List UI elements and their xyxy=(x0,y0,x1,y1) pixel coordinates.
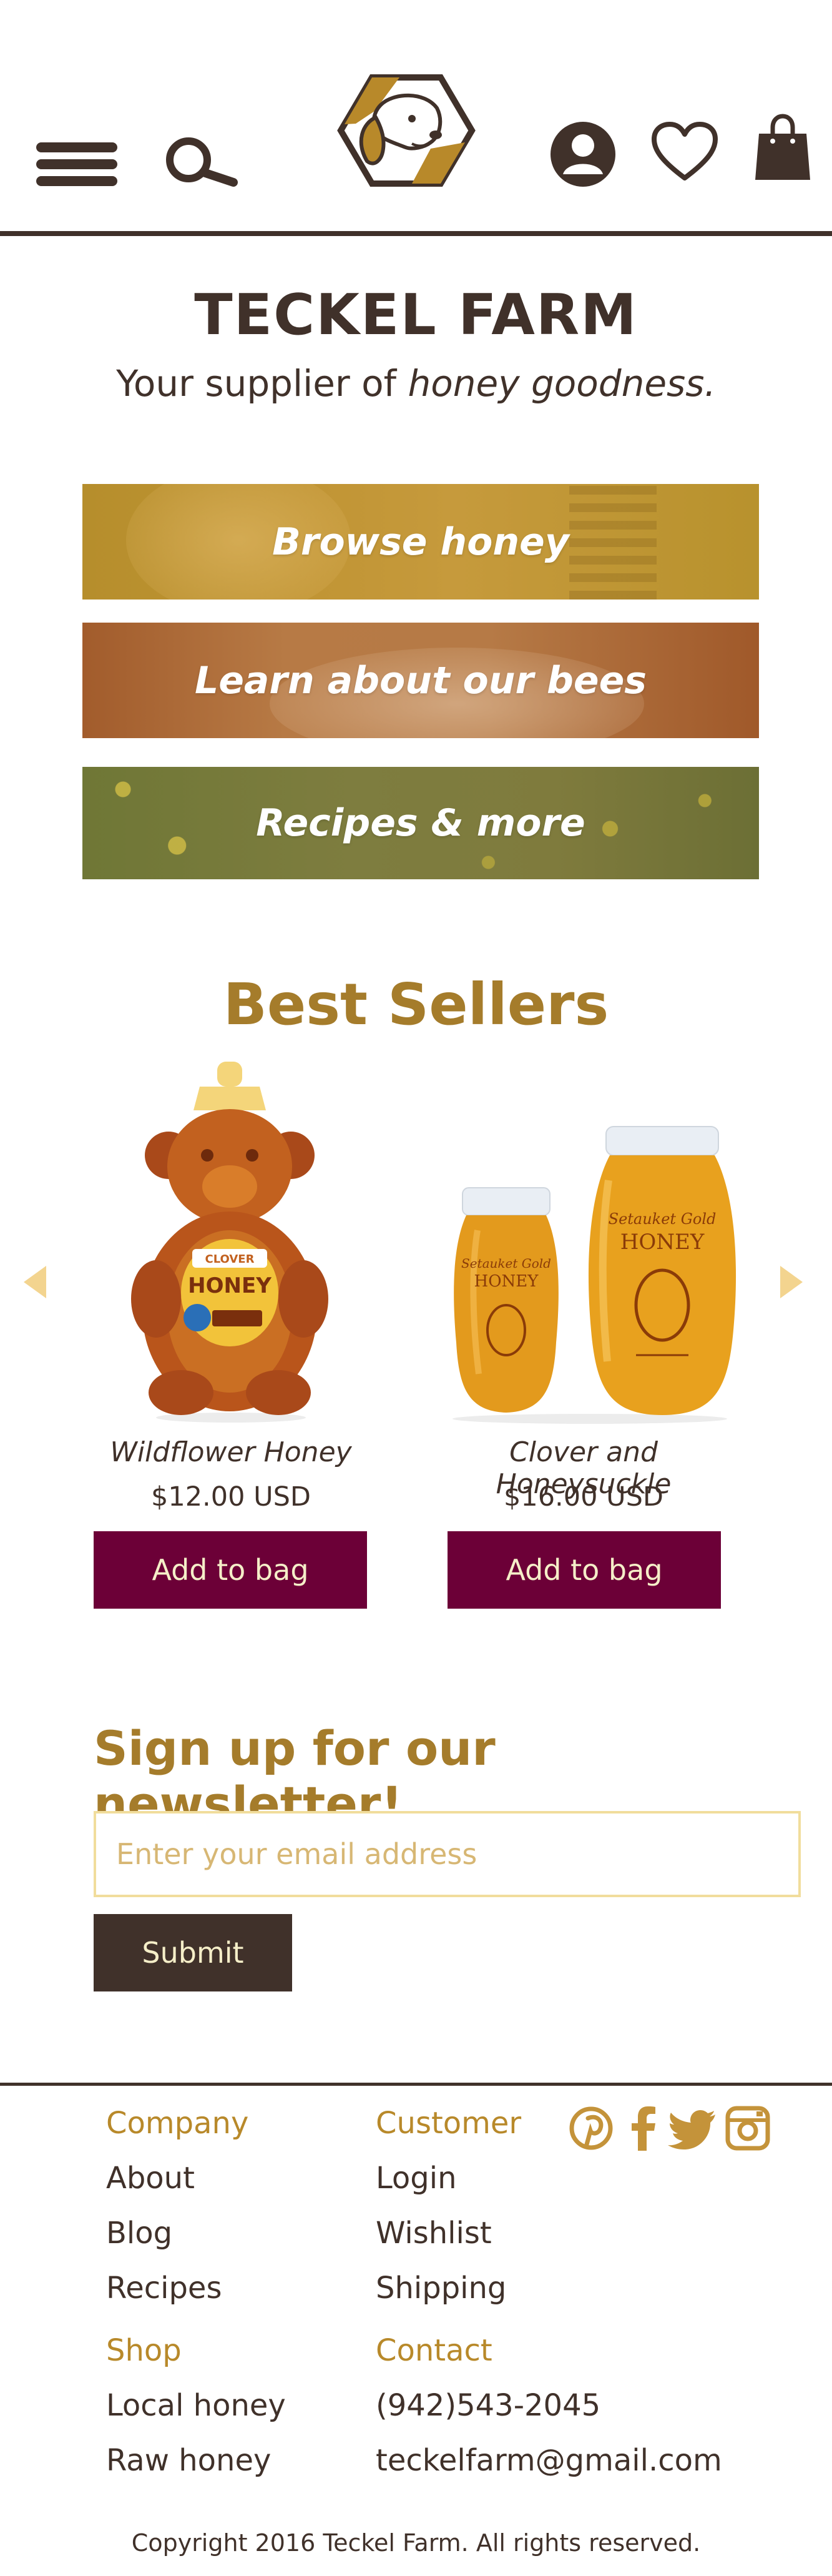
facebook-icon[interactable] xyxy=(630,2106,657,2151)
dog-logo-icon[interactable] xyxy=(337,74,476,187)
jar-sublabel: CLOVER xyxy=(205,1253,255,1266)
tagline: Your supplier of honey goodness. xyxy=(0,362,832,405)
menu-icon[interactable] xyxy=(36,142,117,186)
footer-link-raw-honey[interactable]: Raw honey xyxy=(106,2443,271,2478)
product-image-two-jars[interactable]: Setauket Gold HONEY Setauket Gold HONEY xyxy=(421,1062,746,1424)
account-icon[interactable] xyxy=(549,121,617,188)
brand-title: TECKEL FARM xyxy=(194,282,638,348)
carousel-next-icon[interactable] xyxy=(779,1265,804,1300)
footer-divider xyxy=(0,2083,832,2086)
footer-heading-company: Company xyxy=(106,2106,249,2141)
heart-icon[interactable] xyxy=(650,121,719,183)
add-to-bag-button[interactable]: Add to bag xyxy=(448,1531,721,1609)
promo-browse-honey[interactable]: Browse honey xyxy=(82,484,759,600)
bag-icon[interactable] xyxy=(754,112,811,182)
product-price: $16.00 USD xyxy=(503,1481,663,1513)
add-to-bag-button[interactable]: Add to bag xyxy=(94,1531,367,1609)
submit-button[interactable]: Submit xyxy=(94,1914,292,1991)
footer-link-login[interactable]: Login xyxy=(376,2161,457,2196)
promo-learn-bees[interactable]: Learn about our bees xyxy=(82,623,759,738)
footer-contact-email[interactable]: teckelfarm@gmail.com xyxy=(376,2443,722,2478)
header-divider xyxy=(0,231,832,236)
footer-link-blog[interactable]: Blog xyxy=(106,2216,172,2251)
footer-link-local-honey[interactable]: Local honey xyxy=(106,2388,286,2423)
jar-sublabel: Setauket Gold xyxy=(461,1256,551,1271)
footer-link-shipping[interactable]: Shipping xyxy=(376,2271,506,2306)
site-header xyxy=(0,0,832,237)
pinterest-icon[interactable] xyxy=(569,2106,613,2151)
promo-label: Recipes & more xyxy=(256,801,585,845)
footer-link-wishlist[interactable]: Wishlist xyxy=(376,2216,492,2251)
jar-label: HONEY xyxy=(188,1273,272,1298)
tagline-prefix: Your supplier of xyxy=(116,362,408,405)
footer-contact-phone[interactable]: (942)543-2045 xyxy=(376,2388,600,2423)
footer-link-about[interactable]: About xyxy=(106,2161,195,2196)
product-card: Setauket Gold HONEY Setauket Gold HONEY … xyxy=(421,1062,746,1611)
footer-heading-shop: Shop xyxy=(106,2333,182,2368)
email-field[interactable] xyxy=(94,1811,801,1897)
best-sellers-title: Best Sellers xyxy=(223,971,609,1038)
tagline-emphasis: honey goodness. xyxy=(408,362,716,405)
twitter-icon[interactable] xyxy=(668,2106,717,2151)
carousel-prev-icon[interactable] xyxy=(22,1265,47,1300)
jar-sublabel: Setauket Gold xyxy=(609,1210,717,1228)
promo-recipes[interactable]: Recipes & more xyxy=(82,767,759,879)
product-card: CLOVER HONEY Wildflower Honey $12.00 USD… xyxy=(69,1062,393,1611)
jar-label: HONEY xyxy=(620,1230,705,1255)
jar-label: HONEY xyxy=(474,1272,539,1291)
product-price: $12.00 USD xyxy=(150,1481,311,1513)
promo-label: Browse honey xyxy=(272,520,569,564)
footer-heading-contact: Contact xyxy=(376,2333,492,2368)
copyright: Copyright 2016 Teckel Farm. All rights r… xyxy=(131,2529,701,2557)
footer-heading-customer: Customer xyxy=(376,2106,522,2141)
promo-label: Learn about our bees xyxy=(194,658,647,703)
product-image-bear-jar[interactable]: CLOVER HONEY xyxy=(69,1062,393,1424)
product-name[interactable]: Wildflower Honey xyxy=(69,1436,393,1468)
instagram-icon[interactable] xyxy=(725,2106,770,2151)
footer-link-recipes[interactable]: Recipes xyxy=(106,2271,222,2306)
search-icon[interactable] xyxy=(164,136,238,187)
